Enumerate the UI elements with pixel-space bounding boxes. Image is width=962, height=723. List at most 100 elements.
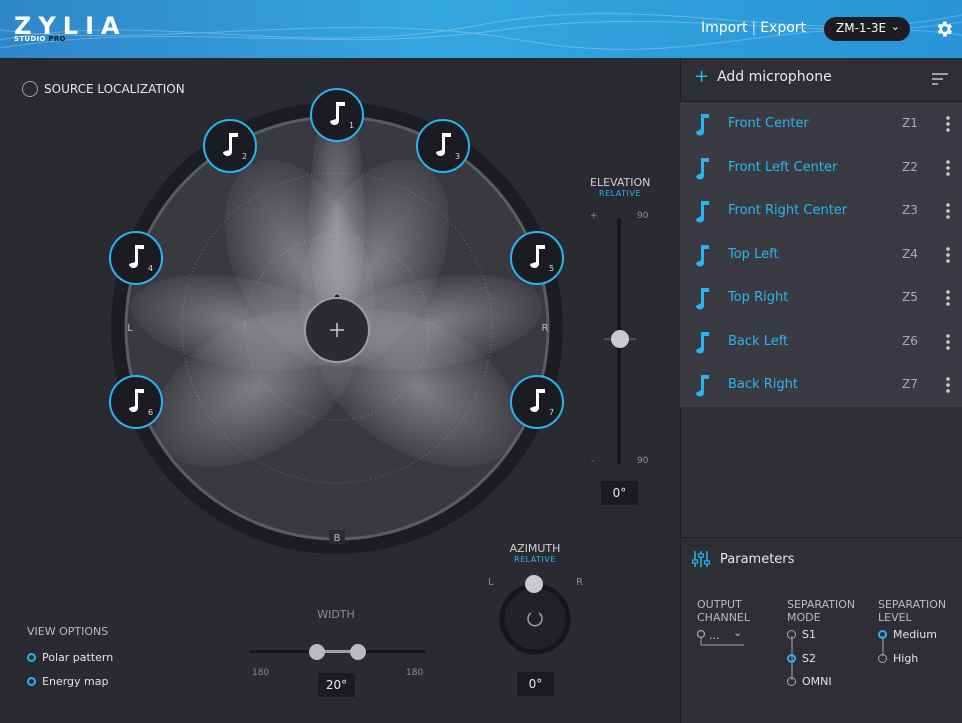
- width-title: WIDTH: [317, 608, 355, 621]
- parameters-divider: [680, 537, 962, 538]
- import-link[interactable]: Import: [701, 20, 747, 36]
- source-number: 7: [549, 408, 554, 417]
- source-marker-2[interactable]: 2: [203, 119, 257, 173]
- separation-level-heading-line1: SEPARATION: [878, 598, 947, 611]
- output-channel-heading-line2: CHANNEL: [697, 611, 751, 624]
- polar-back-label: B: [334, 533, 341, 544]
- logo-subtitle: STUDIO PRO: [14, 35, 66, 43]
- azimuth-value[interactable]: 0°: [517, 672, 554, 696]
- microphone-name: Top Right: [728, 290, 789, 305]
- more-vertical-icon[interactable]: [946, 377, 950, 393]
- radio-icon: [27, 653, 36, 662]
- view-option-label: Polar pattern: [42, 651, 114, 664]
- separation-level-medium[interactable]: Medium: [878, 628, 937, 641]
- logo-sub-studio: STUDIO: [14, 35, 46, 43]
- output-channel-heading: OUTPUT CHANNEL: [697, 598, 750, 624]
- separation-level-high[interactable]: High: [878, 652, 918, 665]
- separation-mode-s2[interactable]: S2: [787, 652, 816, 665]
- view-option-energy[interactable]: Energy map: [27, 675, 108, 688]
- separation-level-label: High: [893, 652, 919, 665]
- azimuth-mode: RELATIVE: [514, 555, 556, 564]
- source-marker-6[interactable]: 6: [109, 375, 163, 429]
- sliders-icon: [692, 551, 710, 567]
- import-export-separator: |: [751, 20, 757, 36]
- add-microphone-button[interactable]: + Add microphone: [694, 68, 832, 86]
- sort-icon[interactable]: [932, 73, 948, 85]
- separation-level-heading-line2: LEVEL: [878, 611, 912, 624]
- source-marker-4[interactable]: 4: [109, 231, 163, 285]
- microphone-code: Z7: [902, 377, 918, 391]
- microphone-row[interactable]: Back Left Z6: [680, 320, 962, 363]
- add-microphone-label: Add microphone: [717, 69, 832, 85]
- header-waves: [0, 13, 962, 50]
- microphone-row[interactable]: Front Center Z1: [680, 102, 962, 145]
- source-number: 1: [349, 121, 354, 130]
- source-marker-3[interactable]: 3: [416, 119, 470, 173]
- music-note-icon: [696, 288, 709, 310]
- chevron-down-icon: ⌄: [733, 626, 743, 639]
- microphone-row[interactable]: Front Right Center Z3: [680, 189, 962, 232]
- source-marker-5[interactable]: 5: [510, 231, 564, 285]
- device-select-value: ZM-1-3E: [836, 21, 887, 35]
- source-number: 2: [242, 152, 247, 161]
- export-link[interactable]: Export: [760, 20, 806, 36]
- radio-icon: [878, 654, 887, 663]
- music-note-icon: [696, 244, 709, 266]
- separation-mode-heading-line1: SEPARATION: [787, 598, 856, 611]
- width-handle-left[interactable]: [309, 644, 325, 660]
- separation-mode-label: S1: [802, 628, 816, 641]
- separation-level-label: Medium: [893, 628, 937, 641]
- width-value[interactable]: 20°: [318, 673, 355, 697]
- separation-level-heading: SEPARATION LEVEL: [878, 598, 946, 624]
- microphone-name: Front Left Center: [728, 159, 838, 175]
- microphone-row[interactable]: Top Right Z5: [680, 276, 962, 319]
- width-min-label: 180: [252, 668, 270, 678]
- microphone-code: Z6: [902, 333, 918, 348]
- polar-right-label: R: [542, 323, 549, 334]
- import-export: Import | Export: [701, 20, 806, 36]
- microphone-row[interactable]: Back Right Z7: [680, 363, 962, 406]
- more-vertical-icon[interactable]: [946, 159, 950, 176]
- more-vertical-icon[interactable]: [946, 203, 950, 219]
- output-channel-select[interactable]: ... ⌄: [697, 626, 745, 648]
- source-marker-7[interactable]: 7: [510, 375, 564, 429]
- view-option-label: Energy map: [42, 675, 109, 688]
- top-bar: ZYLIA STUDIO PRO Import | Export ZM-1-3E ⌄: [0, 0, 962, 58]
- view-option-polar[interactable]: Polar pattern: [27, 651, 113, 664]
- azimuth-knob[interactable]: [499, 583, 571, 655]
- microphone-list: Front Center Z1 Front Left Center Z2 Fro…: [680, 101, 962, 407]
- microphone-code: Z4: [902, 246, 918, 261]
- music-note-icon: [696, 157, 709, 179]
- microphone-row[interactable]: Top Left Z4: [680, 233, 962, 276]
- chevron-down-icon: ⌄: [890, 20, 900, 33]
- more-vertical-icon[interactable]: [946, 290, 950, 306]
- radio-icon: [787, 677, 796, 686]
- device-select[interactable]: ZM-1-3E ⌄: [824, 17, 910, 41]
- more-vertical-icon[interactable]: [946, 333, 950, 350]
- gear-icon[interactable]: [934, 19, 954, 39]
- microphone-name: Front Center: [728, 116, 809, 131]
- microphone-name: Front Right Center: [728, 203, 848, 218]
- source-number: 5: [549, 264, 554, 273]
- width-max-label: 180: [406, 668, 424, 678]
- elevation-handle[interactable]: [611, 330, 629, 348]
- width-handle-right[interactable]: [350, 644, 366, 660]
- elevation-value[interactable]: 0°: [601, 481, 638, 505]
- microphone-row[interactable]: Front Left Center Z2: [680, 146, 962, 189]
- azimuth-handle[interactable]: [525, 575, 543, 593]
- separation-mode-label: OMNI: [802, 675, 832, 688]
- source-marker-1[interactable]: 1: [310, 88, 364, 142]
- logo-sub-pro: PRO: [48, 35, 66, 43]
- radio-icon: [27, 677, 36, 686]
- elevation-bottom-sign: -: [591, 456, 595, 466]
- elevation-title: ELEVATION: [590, 176, 651, 189]
- separation-mode-omni[interactable]: OMNI: [787, 675, 832, 688]
- microphone-code: Z3: [902, 203, 918, 217]
- more-vertical-icon[interactable]: [946, 116, 950, 132]
- separation-mode-s1[interactable]: S1: [787, 628, 816, 641]
- microphone-name: Top Left: [728, 246, 779, 262]
- more-vertical-icon[interactable]: [946, 246, 950, 263]
- separation-mode-heading: SEPARATION MODE: [787, 598, 855, 624]
- azimuth-left-label: L: [488, 577, 494, 588]
- source-number: 4: [148, 264, 153, 273]
